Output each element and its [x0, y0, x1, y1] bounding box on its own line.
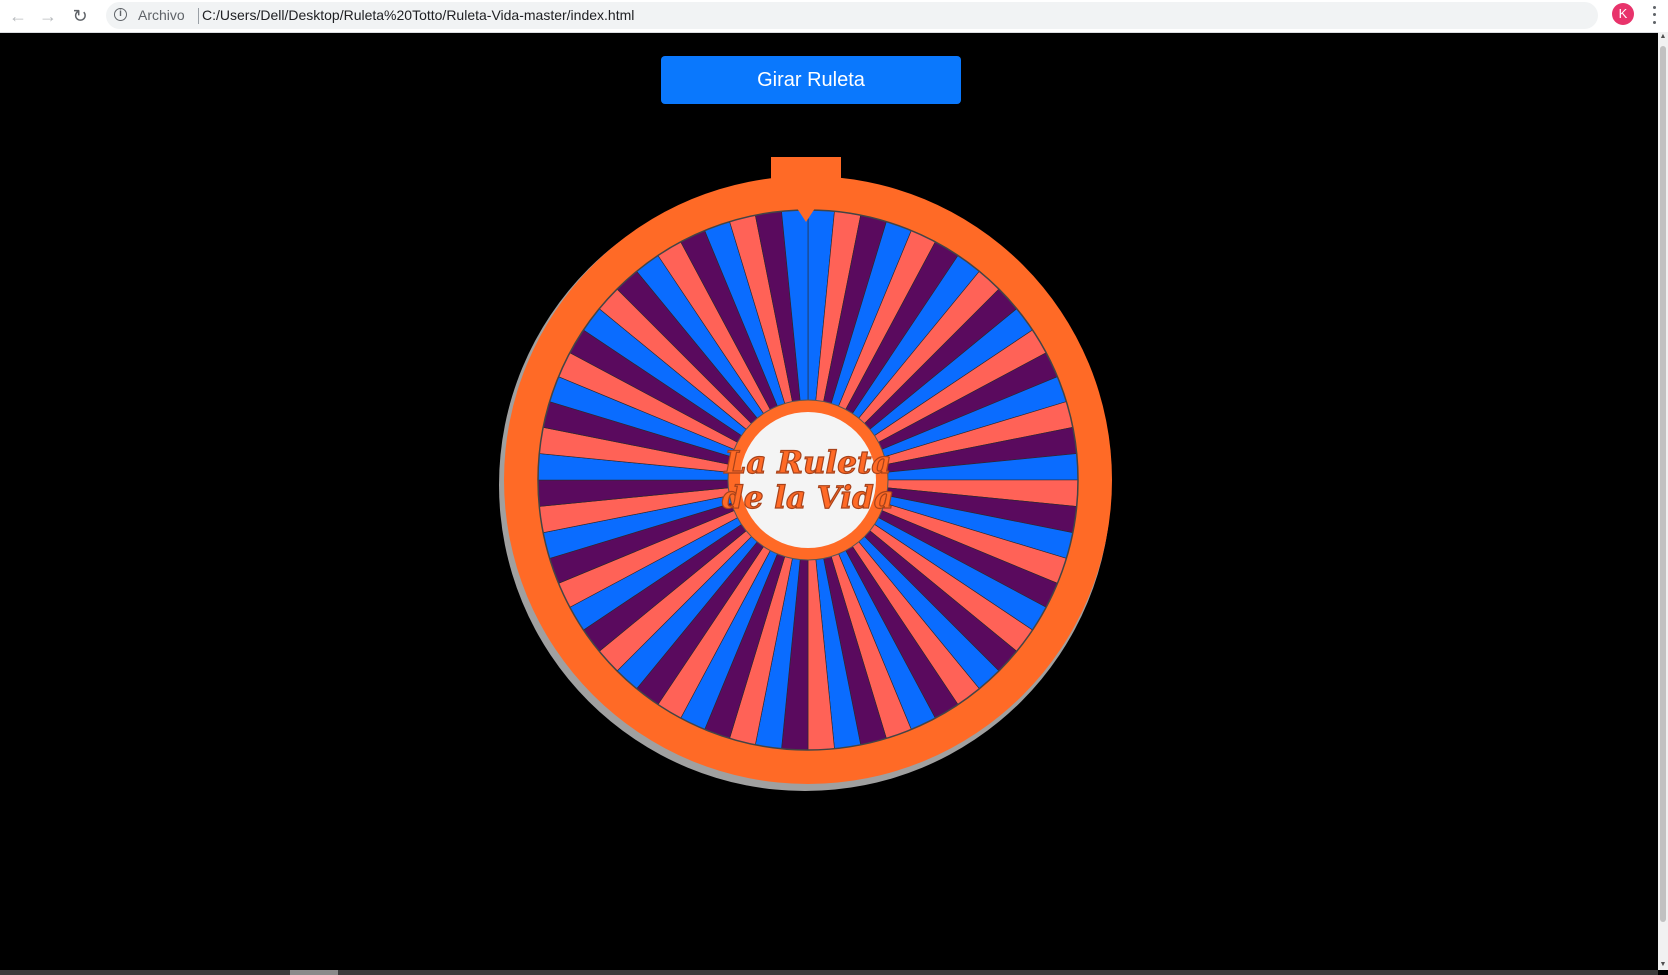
browser-toolbar: ← → ↻ i Archivo C:/Users/Dell/Desktop/Ru…: [0, 0, 1668, 33]
security-label: Archivo: [138, 7, 185, 23]
scroll-down-icon[interactable]: ▼: [1658, 960, 1668, 970]
avatar[interactable]: K: [1612, 3, 1634, 25]
address-bar[interactable]: i Archivo C:/Users/Dell/Desktop/Ruleta%2…: [106, 2, 1598, 29]
url-text[interactable]: C:/Users/Dell/Desktop/Ruleta%20Totto/Rul…: [202, 7, 634, 23]
horizontal-scrollbar[interactable]: [0, 970, 1658, 975]
scrollbar-thumb[interactable]: [1660, 46, 1666, 922]
logo-line-1: La Ruleta: [724, 445, 892, 481]
arrow-right-icon: →: [39, 5, 57, 26]
reload-icon: ↻: [72, 5, 88, 26]
forward-button[interactable]: →: [34, 2, 62, 30]
reload-button[interactable]: ↻: [66, 2, 94, 30]
logo-line-2: de la Vida: [722, 480, 894, 516]
roulette-wheel[interactable]: La Ruleta de la Vida: [492, 150, 1122, 795]
wheel-logo: La Ruleta de la Vida: [721, 444, 894, 516]
back-button[interactable]: ←: [4, 2, 32, 30]
spin-wheel-button[interactable]: Girar Ruleta: [661, 56, 961, 104]
arrow-left-icon: ←: [9, 5, 27, 26]
divider: [198, 8, 199, 24]
vertical-scrollbar[interactable]: ▲ ▼: [1658, 32, 1668, 970]
kebab-icon[interactable]: [1648, 4, 1660, 26]
scroll-up-icon[interactable]: ▲: [1658, 32, 1668, 42]
horizontal-scrollbar-thumb[interactable]: [290, 970, 338, 975]
info-icon[interactable]: i: [114, 8, 127, 21]
